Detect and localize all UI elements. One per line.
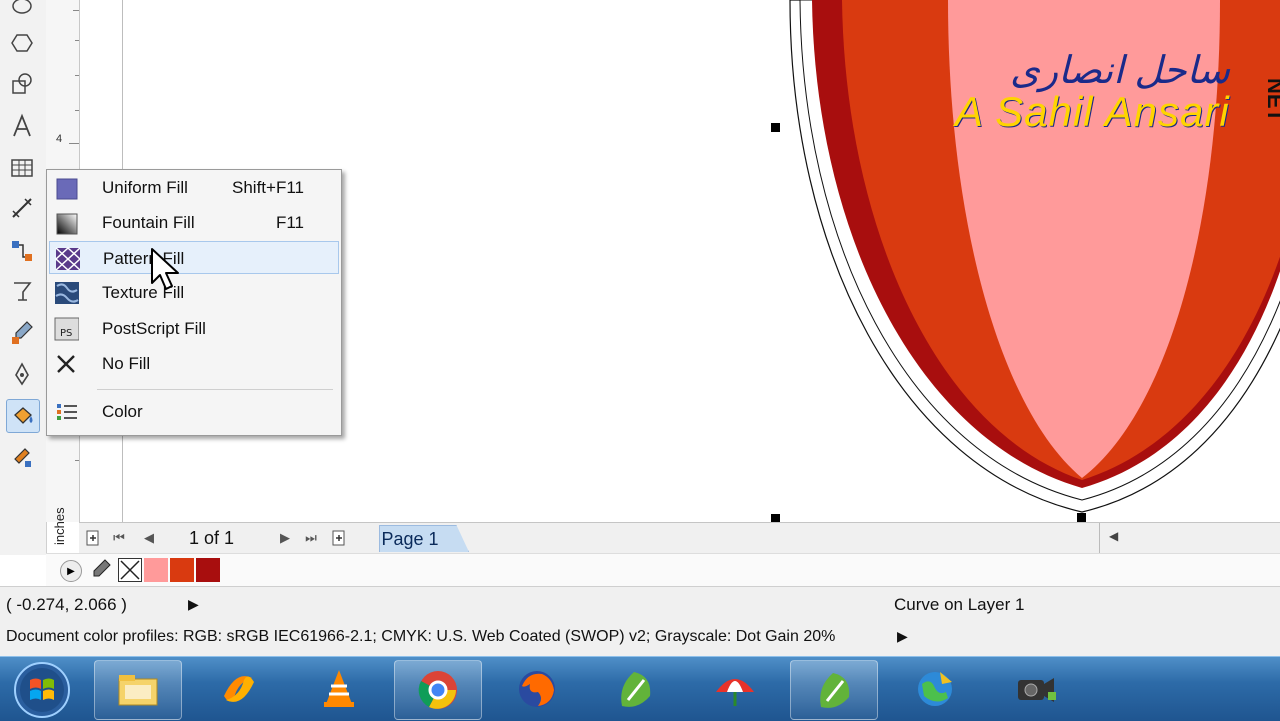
watermark-arabic: ساحل انصاری: [1010, 50, 1231, 92]
menu-item-color[interactable]: Color: [49, 395, 339, 428]
menu-item-shortcut: Shift+F11: [232, 178, 304, 197]
menu-item-label: No Fill: [102, 354, 151, 373]
color-profile-bar: Document color profiles: RGB: sRGB IEC61…: [0, 620, 1280, 656]
interactive-fill-tool-icon[interactable]: [6, 440, 38, 472]
add-page-after-icon[interactable]: [329, 528, 349, 548]
globe-icon[interactable]: [892, 660, 978, 718]
palette-play-icon[interactable]: ▶: [60, 560, 82, 582]
blend-tool-icon[interactable]: [6, 276, 38, 308]
watermark-suffix: NET: [1263, 78, 1280, 122]
menu-item-no-fill[interactable]: No Fill: [49, 347, 339, 380]
next-page-icon[interactable]: ▶: [275, 528, 295, 548]
menu-item-postscript-fill[interactable]: PS PostScript Fill: [49, 312, 339, 345]
windows-taskbar: [0, 656, 1280, 721]
first-page-icon[interactable]: ⏮: [109, 528, 129, 548]
app-swirl-icon[interactable]: [196, 660, 282, 718]
connector-tool-icon[interactable]: [6, 235, 38, 267]
coreldraw-active-icon[interactable]: [790, 660, 878, 720]
menu-item-fountain-fill[interactable]: Fountain Fill F11: [49, 206, 339, 239]
eyedropper-tool-icon[interactable]: [6, 316, 38, 348]
palette-swatch[interactable]: [196, 558, 220, 582]
menu-item-label: Uniform Fill: [102, 178, 188, 197]
postscript-fill-icon: PS: [54, 317, 79, 341]
watermark-latin: A Sahil Ansari: [955, 88, 1230, 135]
table-tool-icon[interactable]: [6, 152, 38, 184]
toolbox: [0, 0, 47, 555]
menu-item-label: Color: [102, 402, 143, 421]
app-umbrella-icon[interactable]: [692, 660, 778, 718]
mouse-cursor-icon: [151, 248, 179, 290]
cursor-coordinates: ( -0.274, 2.066 ): [6, 595, 127, 614]
page-tab-label: Page 1: [381, 529, 439, 549]
ellipse-tool-icon[interactable]: [6, 0, 38, 22]
start-orb[interactable]: [12, 660, 72, 720]
scroll-left-icon[interactable]: ◀: [1109, 529, 1118, 543]
document-palette: ▶: [46, 553, 1280, 586]
menu-item-shortcut: F11: [275, 213, 304, 232]
object-info: Curve on Layer 1: [894, 595, 1025, 614]
status-expand-icon[interactable]: ▶: [188, 596, 199, 613]
polygon-tool-icon[interactable]: [6, 27, 38, 59]
camera-icon[interactable]: [992, 660, 1078, 718]
color-docker-icon: [57, 404, 77, 420]
menu-item-label: Fountain Fill: [102, 213, 195, 232]
menu-separator: [97, 389, 333, 390]
dimension-tool-icon[interactable]: [6, 192, 38, 224]
uniform-fill-icon: [56, 178, 78, 200]
basic-shapes-tool-icon[interactable]: [6, 68, 38, 100]
no-fill-icon: [57, 355, 75, 373]
selection-handle[interactable]: [1077, 513, 1086, 522]
fill-flyout-menu: Uniform Fill Shift+F11 Fountain Fill F11…: [46, 169, 342, 436]
menu-item-texture-fill[interactable]: Texture Fill: [49, 276, 339, 309]
scrollbar-divider: [1099, 523, 1100, 553]
palette-swatch[interactable]: [170, 558, 194, 582]
text-tool-icon[interactable]: [6, 110, 38, 142]
status-bar: ( -0.274, 2.066 ) ▶ Curve on Layer 1: [0, 586, 1280, 621]
palette-swatch[interactable]: [144, 558, 168, 582]
palette-eyedropper-icon[interactable]: [90, 558, 112, 582]
document-color-profiles[interactable]: Document color profiles: RGB: sRGB IEC61…: [6, 628, 835, 646]
previous-page-icon[interactable]: ◀: [139, 528, 159, 548]
chrome-icon[interactable]: [394, 660, 482, 720]
firefox-icon[interactable]: [494, 660, 580, 718]
selection-handle[interactable]: [771, 123, 780, 132]
page-tab[interactable]: Page 1: [379, 525, 469, 552]
outline-pen-tool-icon[interactable]: [6, 358, 38, 390]
fill-tool-icon[interactable]: [6, 399, 40, 433]
page-count: 1 of 1: [189, 528, 235, 548]
svg-text:PS: PS: [60, 328, 72, 339]
pattern-fill-icon: [54, 246, 80, 272]
vlc-icon[interactable]: [296, 660, 382, 718]
menu-item-label: PostScript Fill: [102, 319, 206, 338]
last-page-icon[interactable]: ⏭: [301, 528, 321, 548]
ruler-mark: 4: [56, 133, 63, 145]
file-explorer-icon[interactable]: [94, 660, 182, 720]
palette-no-color-swatch[interactable]: [118, 558, 142, 582]
add-page-before-icon[interactable]: [83, 528, 103, 548]
ruler-unit-label: inches: [52, 507, 67, 545]
profiles-expand-icon[interactable]: ▶: [897, 628, 908, 645]
menu-item-pattern-fill[interactable]: Pattern Fill: [49, 241, 339, 274]
texture-fill-icon: [55, 282, 79, 304]
coreldraw-icon[interactable]: [592, 660, 678, 718]
watermark: ساحل انصاری A Sahil Ansari NET: [955, 48, 1280, 148]
menu-item-uniform-fill[interactable]: Uniform Fill Shift+F11: [49, 171, 339, 204]
page-navigator: ⏮ ◀ 1 of 1 ▶ ⏭ Page 1 ◀: [79, 522, 1280, 553]
fountain-fill-icon: [56, 213, 78, 235]
